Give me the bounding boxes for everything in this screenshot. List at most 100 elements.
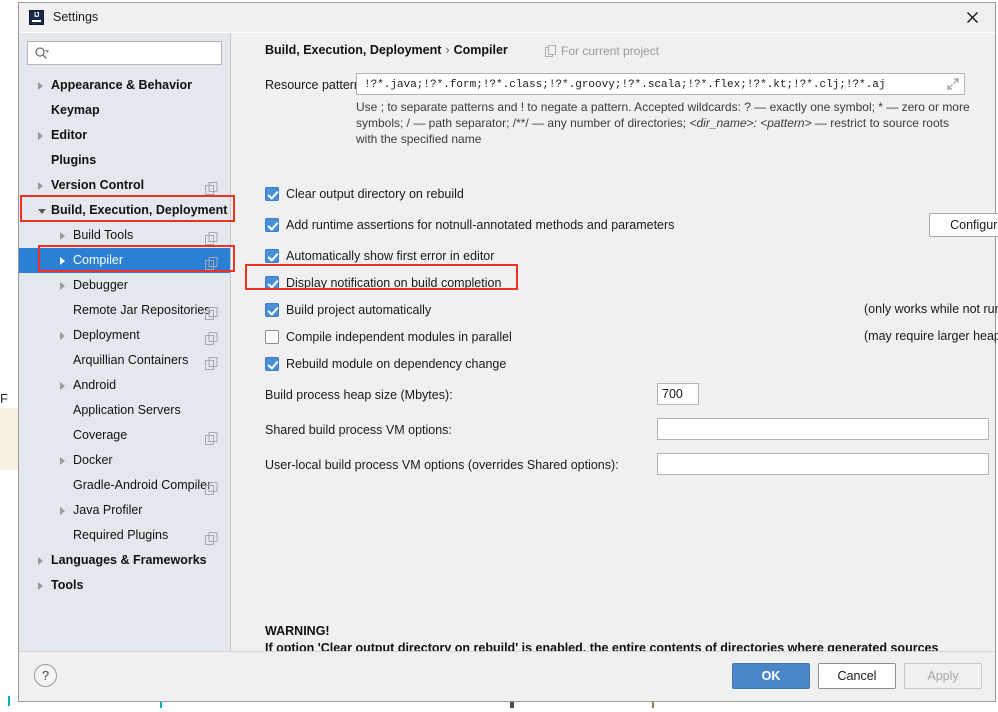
sidebar-item-languages-frameworks[interactable]: Languages & Frameworks (19, 548, 230, 573)
sidebar-item-arquillian-containers[interactable]: Arquillian Containers (19, 348, 230, 373)
sidebar-item-compiler[interactable]: Compiler (19, 248, 230, 273)
search-box[interactable] (27, 41, 222, 66)
apply-button[interactable]: Apply (904, 663, 982, 689)
checkbox-automatically-show-first-error-in-editor[interactable] (265, 249, 279, 263)
resource-patterns-input[interactable] (362, 74, 941, 96)
ok-button[interactable]: OK (732, 663, 810, 689)
chevron-right-icon[interactable] (60, 232, 65, 240)
sidebar-item-label: Gradle-Android Compiler (73, 478, 212, 492)
project-scope-icon (205, 229, 218, 245)
settings-content-pane: Build, Execution, Deployment › Compiler Fo… (232, 33, 998, 672)
sidebar-item-gradle-android-compiler[interactable]: Gradle-Android Compiler (19, 473, 230, 498)
checkbox-label: Clear output directory on rebuild (286, 187, 464, 201)
sidebar-item-label: Application Servers (73, 403, 181, 417)
search-container (19, 33, 230, 71)
sidebar-item-label: Tools (51, 578, 84, 592)
expand-editor-icon[interactable] (946, 77, 960, 91)
checkbox-clear-output-directory-on-rebuild[interactable] (265, 187, 279, 201)
sidebar-item-label: Appearance & Behavior (51, 78, 193, 92)
checkbox-label: Build project automatically (286, 303, 432, 317)
chevron-right-icon[interactable] (38, 557, 43, 565)
backdrop-highlight-band (0, 408, 20, 470)
sidebar-item-required-plugins[interactable]: Required Plugins (19, 523, 230, 548)
userlocal-vm-options-input[interactable] (657, 453, 989, 475)
sidebar-item-label: Build, Execution, Deployment (51, 203, 228, 217)
project-scope-icon (205, 479, 218, 495)
sidebar-item-build-execution-deployment[interactable]: Build, Execution, Deployment (19, 198, 230, 223)
sidebar-item-label: Version Control (51, 178, 145, 192)
search-input[interactable] (52, 42, 222, 66)
sidebar-item-label: Debugger (73, 278, 128, 292)
resource-patterns-field[interactable] (356, 73, 965, 96)
breadcrumb: Build, Execution, Deployment › Compiler (265, 43, 508, 57)
sidebar-item-build-tools[interactable]: Build Tools (19, 223, 230, 248)
sidebar-item-label: Java Profiler (73, 503, 143, 517)
sidebar-item-java-profiler[interactable]: Java Profiler (19, 498, 230, 523)
sidebar-item-version-control[interactable]: Version Control (19, 173, 230, 198)
chevron-right-icon[interactable] (38, 82, 43, 90)
dialog-footer: ? OK Cancel Apply (19, 651, 995, 701)
help-button[interactable]: ? (34, 664, 57, 687)
sidebar-item-label: Arquillian Containers (73, 353, 189, 367)
dialog-title-bar: IJ Settings (19, 3, 995, 33)
chevron-right-icon[interactable] (38, 182, 43, 190)
resource-help-italic: <dir_name>: <pattern> (689, 116, 812, 130)
sidebar-item-editor[interactable]: Editor (19, 123, 230, 148)
configure-annotations-button[interactable]: Configure annotations... (929, 213, 998, 237)
backdrop-tick-1 (8, 696, 10, 706)
intellij-idea-icon: IJ (29, 10, 44, 25)
chevron-right-icon[interactable] (60, 457, 65, 465)
checkbox-build-project-automatically[interactable] (265, 303, 279, 317)
chevron-right-icon[interactable] (60, 282, 65, 290)
sidebar-item-label: Keymap (51, 103, 100, 117)
sidebar-item-appearance-behavior[interactable]: Appearance & Behavior (19, 73, 230, 98)
breadcrumb-root[interactable]: Build, Execution, Deployment (265, 43, 441, 57)
chevron-right-icon[interactable] (38, 132, 43, 140)
checkbox-side-note: (only works while not running / debuggin… (864, 302, 998, 316)
chevron-right-icon[interactable] (60, 507, 65, 515)
chevron-right-icon[interactable] (38, 582, 43, 590)
heap-size-input[interactable] (657, 383, 699, 405)
chevron-right-icon[interactable] (60, 382, 65, 390)
sidebar-item-application-servers[interactable]: Application Servers (19, 398, 230, 423)
sidebar-item-label: Required Plugins (73, 528, 169, 542)
shared-vm-options-input[interactable] (657, 418, 989, 440)
chevron-down-icon[interactable] (38, 209, 46, 214)
checkbox-add-runtime-assertions-for-notnull-annotated-methods-and-parameters[interactable] (265, 218, 279, 232)
project-scope-icon (205, 429, 218, 445)
checkbox-display-notification-on-build-completion[interactable] (265, 276, 279, 290)
heap-size-label: Build process heap size (Mbytes): (265, 388, 453, 402)
sidebar-item-remote-jar-repositories[interactable]: Remote Jar Repositories (19, 298, 230, 323)
userlocal-vm-options-label: User-local build process VM options (ove… (265, 458, 619, 472)
project-scope-icon (205, 354, 218, 370)
backdrop-glyph: F (0, 391, 8, 406)
checkbox-rebuild-module-on-dependency-change[interactable] (265, 357, 279, 371)
checkbox-label: Add runtime assertions for notnull-annot… (286, 218, 675, 232)
project-scope-icon (205, 529, 218, 545)
sidebar-item-debugger[interactable]: Debugger (19, 273, 230, 298)
chevron-right-icon[interactable] (60, 257, 65, 265)
dialog-title: Settings (53, 10, 99, 24)
sidebar-item-docker[interactable]: Docker (19, 448, 230, 473)
project-scope-icon (205, 254, 218, 270)
checkbox-label: Automatically show first error in editor (286, 249, 495, 263)
sidebar-item-deployment[interactable]: Deployment (19, 323, 230, 348)
cancel-button[interactable]: Cancel (818, 663, 896, 689)
resource-patterns-label: Resource patterns: (265, 78, 371, 92)
sidebar-item-label: Deployment (73, 328, 140, 342)
sidebar-item-label: Compiler (73, 253, 124, 267)
resource-patterns-help: Use ; to separate patterns and ! to nega… (356, 99, 971, 147)
settings-dialog: IJ Settings Appearance & Behavior Keymap… (18, 2, 998, 702)
project-scope-icon (205, 179, 218, 195)
breadcrumb-leaf: Compiler (453, 43, 508, 57)
sidebar-item-plugins[interactable]: Plugins (19, 148, 230, 173)
close-icon[interactable] (949, 3, 995, 32)
chevron-right-icon[interactable] (60, 332, 65, 340)
sidebar-item-keymap[interactable]: Keymap (19, 98, 230, 123)
sidebar-item-tools[interactable]: Tools (19, 573, 230, 598)
sidebar-item-coverage[interactable]: Coverage (19, 423, 230, 448)
search-icon (34, 46, 50, 62)
checkbox-label: Rebuild module on dependency change (286, 357, 507, 371)
checkbox-compile-independent-modules-in-parallel[interactable] (265, 330, 279, 344)
sidebar-item-android[interactable]: Android (19, 373, 230, 398)
